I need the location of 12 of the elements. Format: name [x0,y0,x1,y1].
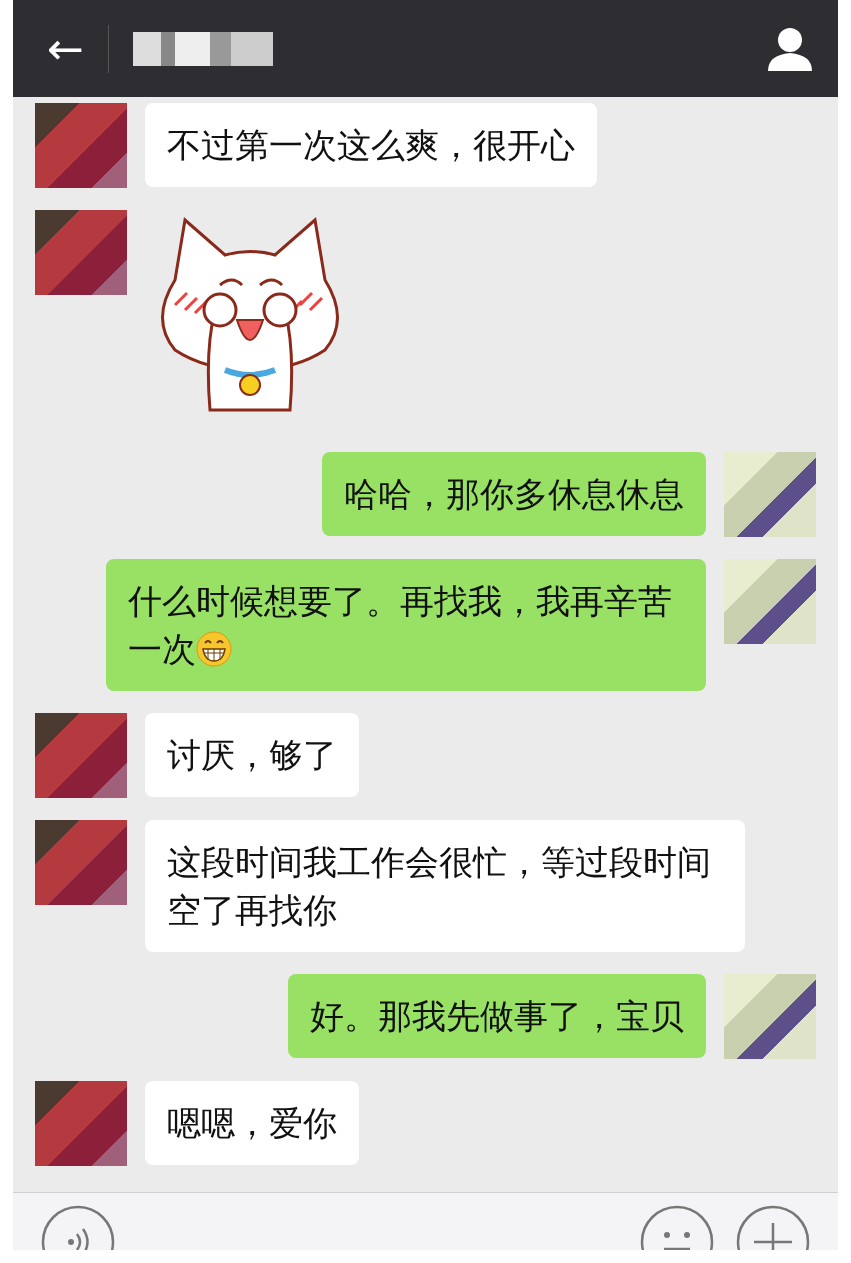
message-bubble: 不过第一次这么爽，很开心 [145,103,597,187]
avatar-placeholder[interactable] [724,559,816,644]
back-button[interactable]: ← [47,26,84,71]
avatar-placeholder[interactable] [724,452,816,537]
message-bubble: 讨厌，够了 [145,713,359,797]
message-bubble: 这段时间我工作会很忙，等过段时间空了再找你 [145,820,745,952]
person-icon[interactable] [766,26,814,71]
message-bubble: 嗯嗯，爱你 [145,1081,359,1165]
message-bubble: 哈哈，那你多休息休息 [322,452,706,536]
avatar-placeholder[interactable] [724,974,816,1059]
message-bubble: 什么时候想要了。再找我，我再辛苦一次 [106,559,706,691]
message-bubble: 好。那我先做事了，宝贝 [288,974,706,1058]
